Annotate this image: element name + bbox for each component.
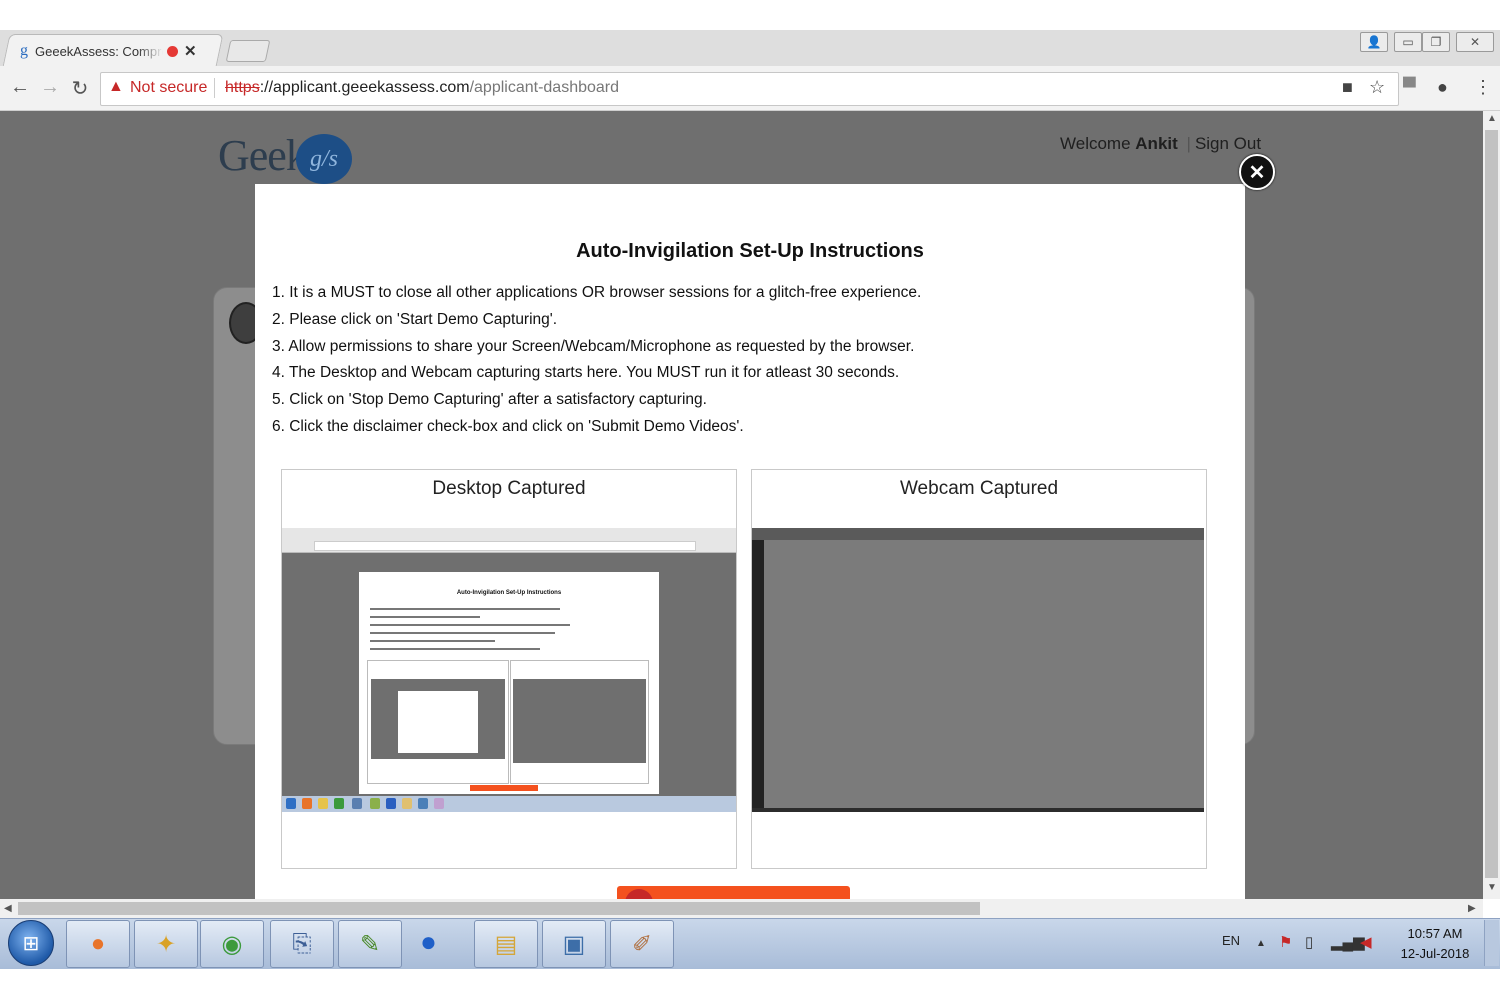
browser-menu-icon[interactable]: ⋮: [1474, 77, 1492, 98]
instruction-item: 3. Allow permissions to share your Scree…: [272, 337, 915, 355]
desktop-captured-panel: Desktop Captured Auto-Invigilation Set-U…: [281, 469, 737, 869]
horizontal-scrollbar-thumb[interactable]: [18, 902, 980, 915]
chrome-taskbar-icon[interactable]: ◉: [200, 920, 264, 968]
notepad-taskbar-icon[interactable]: ✎: [338, 920, 402, 968]
welcome-separator: |: [1186, 134, 1191, 153]
instruction-item: 2. Please click on 'Start Demo Capturing…: [272, 310, 558, 328]
webcam-capture-preview[interactable]: [752, 528, 1204, 812]
clock-time[interactable]: 10:57 AM: [1400, 926, 1470, 941]
window-close-button[interactable]: ✕: [1456, 32, 1494, 52]
power-icon[interactable]: ▯: [1305, 933, 1313, 951]
instruction-item: 6. Click the disclaimer check-box and cl…: [272, 417, 744, 435]
scroll-left-arrow-icon[interactable]: ◀: [4, 903, 12, 914]
preview-taskbar: [282, 796, 736, 812]
logo: Geek: [218, 131, 308, 180]
modal-close-icon[interactable]: ✕: [1239, 154, 1275, 190]
preview-text-line: [370, 616, 480, 618]
thunderbird-taskbar-icon[interactable]: ●: [420, 926, 437, 958]
windows-start-button[interactable]: ⊞: [8, 920, 54, 966]
preview-text-line: [370, 608, 560, 610]
desktop-captured-title: Desktop Captured: [432, 478, 586, 499]
camera-in-use-icon[interactable]: ■: [1342, 77, 1353, 98]
scroll-up-arrow-icon[interactable]: ▲: [1487, 113, 1497, 124]
show-hidden-icons-icon[interactable]: ▲: [1256, 938, 1266, 949]
new-tab-button[interactable]: [225, 40, 271, 62]
warning-triangle-icon[interactable]: ▲: [108, 78, 124, 96]
sign-out-link[interactable]: Sign Out: [1195, 134, 1261, 153]
chrome-extension-circle-icon[interactable]: ●: [1437, 77, 1448, 98]
preview-text-line: [370, 632, 555, 634]
url-text[interactable]: https://applicant.geeekassess.com/applic…: [225, 79, 619, 97]
photo-viewer-taskbar-icon[interactable]: ▣: [542, 920, 606, 968]
logo-badge: g/s: [296, 134, 352, 184]
scroll-down-arrow-icon[interactable]: ▼: [1487, 882, 1497, 893]
welcome-bar: Welcome Ankit | Sign Out: [1060, 134, 1261, 154]
webcam-captured-panel: Webcam Captured: [751, 469, 1207, 869]
webcam-frame-edge: [752, 540, 764, 812]
forward-arrow-icon[interactable]: →: [38, 76, 62, 99]
site-favicon-icon: g: [20, 42, 28, 59]
vertical-scrollbar-thumb[interactable]: [1485, 130, 1498, 878]
instructions-list: 1. It is a MUST to close all other appli…: [272, 280, 921, 441]
user-name: Ankit: [1135, 134, 1178, 153]
preview-text-line: [370, 648, 540, 650]
welcome-text: Welcome: [1060, 134, 1131, 153]
url-host: ://applicant.geeekassess.com: [259, 79, 470, 96]
back-arrow-icon[interactable]: ←: [8, 76, 32, 99]
browser-tab-content[interactable]: g GeeekAssess: Compre ✕: [20, 38, 220, 64]
webcam-frame-top: [752, 528, 1204, 540]
puzzle-app-taskbar-icon[interactable]: ✦: [134, 920, 198, 968]
scroll-right-arrow-icon[interactable]: ▶: [1468, 903, 1476, 914]
show-desktop-button[interactable]: [1484, 920, 1499, 966]
clock-date[interactable]: 12-Jul-2018: [1396, 946, 1474, 961]
bookmark-star-icon[interactable]: ☆: [1369, 77, 1385, 98]
url-scheme: https: [225, 79, 260, 96]
tab-strip: [0, 30, 1500, 67]
network-tool-taskbar-icon[interactable]: ⎘: [270, 920, 334, 968]
instruction-item: 1. It is a MUST to close all other appli…: [272, 284, 922, 301]
preview-text-line: [370, 624, 570, 626]
restore-button[interactable]: ❐: [1422, 32, 1450, 52]
reload-icon[interactable]: ↻: [68, 76, 92, 101]
address-bar-divider: [214, 78, 215, 98]
file-explorer-taskbar-icon[interactable]: ▤: [474, 920, 538, 968]
webcam-frame-bottom: [752, 808, 1204, 812]
paint-taskbar-icon[interactable]: ✐: [610, 920, 674, 968]
preview-address-bar: [314, 541, 696, 551]
volume-muted-icon[interactable]: ◀: [1360, 933, 1372, 951]
user-profile-icon[interactable]: 👤: [1360, 32, 1388, 52]
minimize-button[interactable]: ▭: [1394, 32, 1422, 52]
modal-title: Auto-Invigilation Set-Up Instructions: [576, 240, 924, 262]
tab-close-icon[interactable]: ✕: [184, 42, 197, 60]
firefox-taskbar-icon[interactable]: ●: [66, 920, 130, 968]
preview-button: [470, 785, 538, 791]
preview-webcam-panel: [510, 660, 649, 784]
recording-indicator-icon: [167, 45, 178, 57]
preview-modal-title: Auto-Invigilation Set-Up Instructions: [456, 590, 562, 596]
webcam-captured-title: Webcam Captured: [899, 478, 1059, 499]
preview-desktop-panel: [367, 660, 509, 784]
tab-title: GeeekAssess: Compre: [35, 43, 163, 59]
desktop-capture-preview[interactable]: Auto-Invigilation Set-Up Instructions: [282, 528, 736, 812]
extension-icon[interactable]: ▀: [1403, 77, 1416, 98]
language-indicator[interactable]: EN: [1222, 933, 1240, 948]
action-center-flag-icon[interactable]: ⚑: [1279, 933, 1292, 951]
instruction-item: 5. Click on 'Stop Demo Capturing' after …: [272, 391, 707, 409]
url-path: /applicant-dashboard: [469, 79, 620, 96]
preview-text-line: [370, 640, 495, 642]
instruction-item: 4. The Desktop and Webcam capturing star…: [272, 364, 900, 382]
not-secure-label[interactable]: Not secure: [130, 79, 207, 97]
